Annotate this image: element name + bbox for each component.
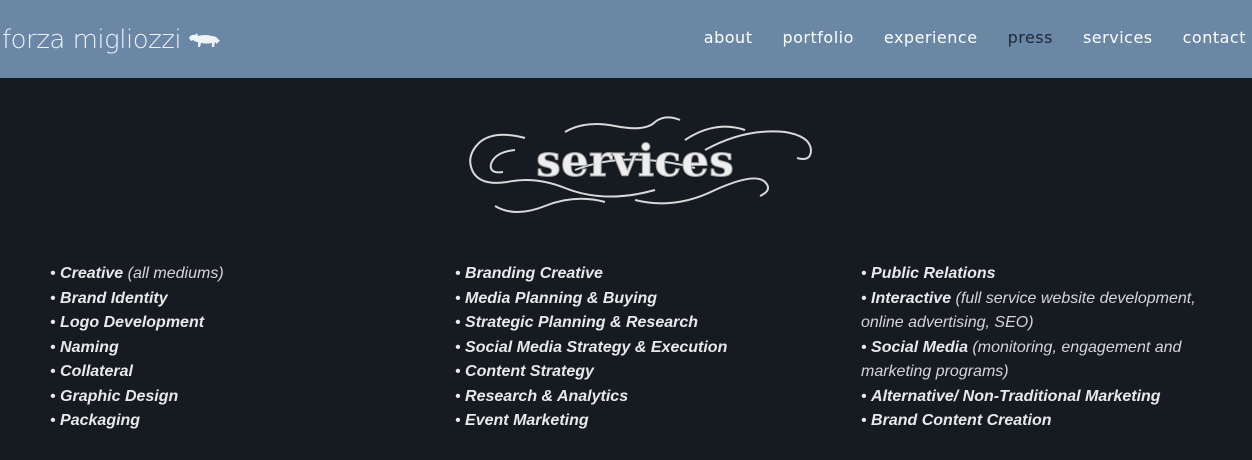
main-nav: about portfolio experience press service…: [674, 28, 1246, 47]
list-item: • Media Planning & Buying: [455, 289, 658, 307]
list-item: • Graphic Design: [50, 387, 179, 405]
list-item: • Social Media Strategy & Execution: [455, 338, 728, 356]
list-item: • Collateral: [50, 363, 133, 380]
list-item: • Brand Identity: [50, 289, 168, 307]
services-column-3: • Public Relations • Interactive (full s…: [861, 262, 1211, 434]
nav-experience[interactable]: experience: [884, 28, 978, 47]
list-item: • Interactive (full service website deve…: [861, 289, 1196, 332]
list-item: • Creative (all mediums): [50, 265, 224, 282]
page-title: services: [536, 136, 734, 187]
nav-about[interactable]: about: [704, 28, 753, 47]
brand-name: forza migliozzi: [2, 25, 182, 55]
services-column-1: • Creative (all mediums) • Brand Identit…: [50, 262, 390, 434]
services-column-2: • Branding Creative • Media Planning & B…: [455, 262, 815, 434]
list-item: • Strategic Planning & Research: [455, 314, 699, 331]
bull-icon: [189, 33, 221, 47]
list-item: • Public Relations: [861, 265, 996, 282]
list-item: • Branding Creative: [455, 265, 603, 282]
nav-services[interactable]: services: [1083, 28, 1153, 47]
list-item: • Social Media (monitoring, engagement a…: [861, 338, 1182, 381]
list-item: • Naming: [50, 338, 119, 356]
list-item: • Event Marketing: [455, 412, 589, 429]
list-item: • Logo Development: [50, 314, 205, 331]
list-item: • Alternative/ Non-Traditional Marketing: [861, 387, 1161, 405]
nav-portfolio[interactable]: portfolio: [782, 28, 853, 47]
top-nav-bar: forza migliozzi about portfolio experien…: [0, 0, 1252, 78]
nav-press[interactable]: press: [1008, 28, 1053, 47]
list-item: • Packaging: [50, 412, 141, 429]
list-item: • Content Strategy: [455, 363, 594, 380]
brand-logo[interactable]: forza migliozzi: [2, 22, 221, 58]
services-heading-ornament: services: [469, 116, 813, 213]
list-item: • Research & Analytics: [455, 387, 629, 405]
list-item: • Brand Content Creation: [861, 412, 1052, 429]
nav-contact[interactable]: contact: [1183, 28, 1246, 47]
